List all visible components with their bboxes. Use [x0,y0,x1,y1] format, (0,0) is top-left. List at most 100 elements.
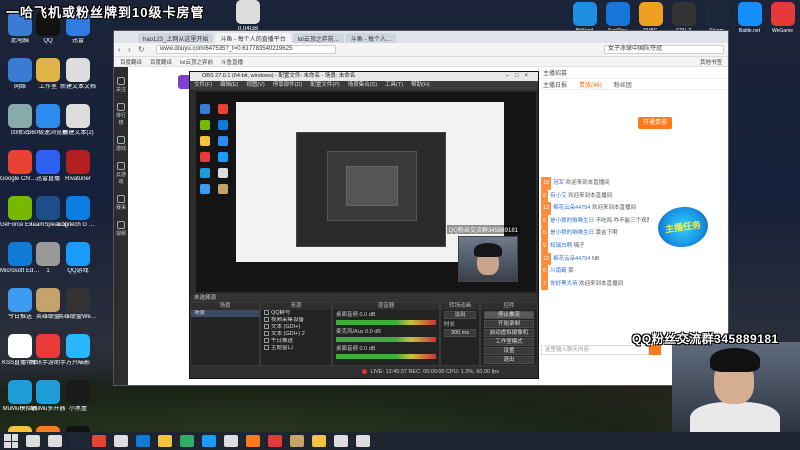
desktop-icon[interactable]: WeGame [766,2,799,48]
search-input[interactable]: 女子冰球中国队夺冠 [604,45,724,54]
taskbar-cloud-icon[interactable] [224,435,238,447]
transition-select[interactable]: 淡出 [444,311,476,319]
tab-lol[interactable]: lol云顶之弈前... [292,33,344,43]
desktop-icon[interactable]: 新建文本(2) [58,104,98,150]
obs-menu-item[interactable]: 帮助(H) [411,82,430,88]
rail-item[interactable]: 关注 [116,77,126,93]
obs-control-button[interactable]: 退出 [484,356,534,364]
obs-control-button[interactable]: 设置 [484,347,534,355]
desktop-icon[interactable]: 新建文本文档 [58,58,98,104]
taskbar-record-icon[interactable] [268,435,282,447]
forward-icon[interactable]: › [128,45,138,54]
taskbar-qq-icon[interactable] [202,435,216,447]
taskbar-game-icon[interactable] [290,435,304,447]
source-item[interactable]: 文本 (GDI+) [261,324,331,331]
chat-text: 欢迎来到本直播间 [591,205,636,212]
mixer-channel-label: 桌面音频 0.0 dB [333,310,439,318]
level-badge: 7 [541,277,549,291]
refresh-icon[interactable]: ↻ [138,45,148,54]
chat-username[interactable]: 是小狼的啾啾生日 [550,218,594,224]
other-bookmarks[interactable]: 其他书签 [700,58,722,66]
desktop-icon[interactable]: 英雄联盟WeGame [58,288,98,334]
tab-daily[interactable]: 主播日报 [543,80,567,89]
taskbar-chrome-icon[interactable] [92,435,106,447]
source-item[interactable]: QQ群号 [261,310,331,317]
source-item[interactable]: 午日推送 [261,338,331,345]
obs-control-button[interactable]: 启动虚拟摄像机 [484,329,534,337]
taskbar-chat-icon[interactable] [334,435,348,447]
mixer-dock: 混音器 桌面音频 0.0 dB 麦克风/Aux 0.0 dB 桌面音频 0.0 dB [332,302,440,366]
obs-menu-item[interactable]: 工具(T) [385,82,403,88]
obs-control-button[interactable]: 停止推流 [484,311,534,319]
obs-preview[interactable]: QQ粉丝交流群345889181 [196,92,536,292]
window-controls[interactable]: –□× [506,72,534,81]
taskbar-wechat-icon[interactable] [180,435,194,447]
desktop-icon[interactable]: 万兴喵影 [58,334,98,380]
taskbar-obs-icon[interactable] [114,435,128,447]
chat-username[interactable]: 冠军 [553,180,564,186]
tab-douyu[interactable]: 斗鱼 - 每个人的直播平台 [215,33,291,43]
obs-menu-item[interactable]: 场景集合(S) [348,82,377,88]
bookmark-item[interactable]: 百度翻译 [120,58,142,66]
chat-username[interactable]: 棉花云朵44754 [553,256,590,262]
bookmark-item[interactable]: 百度翻译 [150,58,172,66]
duration-input[interactable]: 300 ms [444,329,476,337]
rail-item[interactable]: 赛事 [116,195,126,211]
chat-username[interactable]: 川南霸 [550,268,567,274]
chat-username[interactable]: 有小艾 [550,193,567,199]
desktop-icon[interactable]: Rivatuner [58,150,98,196]
taskbar-douyu-icon[interactable] [246,435,260,447]
tab-douyu-2[interactable]: 斗鱼 - 每个人... [345,33,397,43]
obs-menu-item[interactable]: 编辑(E) [220,82,238,88]
level-badge: 5 [541,214,549,228]
back-icon[interactable]: ‹ [118,45,128,54]
obs-menu-item[interactable]: 文件(F) [194,82,212,88]
bookmark-item[interactable]: 斗鱼直播 [221,58,243,66]
taskbar-task-view-icon[interactable] [48,435,62,447]
taskbar-edge-icon[interactable] [136,435,150,447]
desktop-icon[interactable]: 小黑盒 [58,380,98,426]
preview-icon [200,184,210,194]
rail-item[interactable]: 排行榜 [114,103,128,126]
chat-username[interactable]: 知瑞白啊 [550,243,572,249]
rail-item[interactable]: 云游戏 [114,162,128,185]
taskbar-search-icon[interactable] [26,435,40,447]
chat-username[interactable]: 你好黑大帝 [550,281,578,287]
desktop-icon[interactable]: Battle.net [733,2,766,48]
taskbar-store-icon[interactable] [356,435,370,447]
desktop-icon[interactable]: Logitech G HUB [58,196,98,242]
chat-list: 16 冠军 欢迎来到本直播间 8 有小艾 欢迎来到本直播间 12 棉花云朵44754 欢迎… [539,177,649,291]
source-item[interactable]: 主题窗口 [261,345,331,352]
tab-hao123[interactable]: hao123_上网从这里开始 [138,33,214,43]
obs-menu-item[interactable]: 视图(V) [246,82,264,88]
desktop-icon[interactable]: QQ游戏 [58,242,98,288]
tab-nobles[interactable]: 贵族(46) [579,80,602,89]
mixer-channel-label: 桌面音频 0.0 dB [333,344,439,352]
taskbar-steam-icon[interactable] [70,435,84,447]
rail-item[interactable]: 视频 [116,221,126,237]
url-input[interactable]: www.douyu.com/647535?_t=0.61778354021962… [156,45,336,54]
open-noble-button[interactable]: 开通贵族 [638,117,672,129]
obs-control-button[interactable]: 工作室模式 [484,338,534,346]
scene-item[interactable]: 场景 [191,310,259,317]
obs-control-button[interactable]: 开始录制 [484,320,534,328]
obs-titlebar: OBS 27.0.1 (64-bit, windows) - 配置文件: 未命名… [190,72,538,81]
tab-fans[interactable]: 粉丝团 [614,80,632,89]
volume-meter[interactable] [336,320,436,325]
rail-item[interactable]: 游戏 [116,136,126,152]
bookmark-item[interactable]: lol云顶之弈前 [180,58,213,66]
volume-meter[interactable] [336,354,436,359]
taskbar-folder-icon[interactable] [158,435,172,447]
volume-meter[interactable] [336,337,436,342]
source-item[interactable]: 视频采集设备 [261,317,331,324]
taskbar-folder2-icon[interactable] [312,435,326,447]
obs-menu-item[interactable]: 配置文件(P) [310,82,339,88]
anchor-task-badge[interactable]: 主播任务 [655,203,711,251]
chat-username[interactable]: 棉花云朵44754 [553,205,590,211]
obs-menu-item[interactable]: 停靠部件(D) [273,82,303,88]
mixer-channel-name: 桌面音频 [336,346,359,352]
windows-start-icon[interactable] [4,434,18,448]
chat-username[interactable]: 是小狼的啾啾生日 [550,230,594,236]
obs-window: OBS 27.0.1 (64-bit, windows) - 配置文件: 未命名… [189,71,539,379]
source-item[interactable]: 文本 (GDI+) 2 [261,331,331,338]
